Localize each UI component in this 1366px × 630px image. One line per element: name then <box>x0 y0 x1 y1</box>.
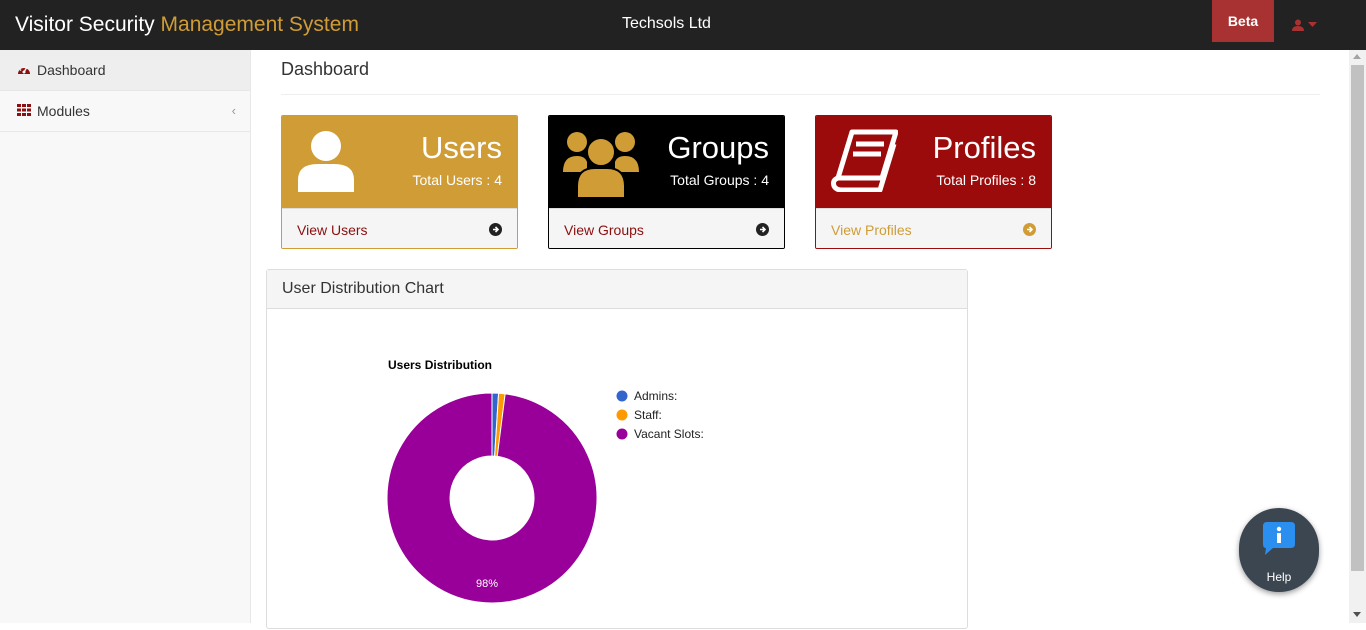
scroll-up-arrow-icon[interactable] <box>1353 54 1361 59</box>
card-subtitle: Total Groups : 4 <box>670 172 769 188</box>
card-link-label: View Users <box>297 222 368 238</box>
scroll-down-arrow-icon[interactable] <box>1353 612 1361 617</box>
chevron-left-icon: ‹ <box>231 103 236 118</box>
legend-label: Admins: <box>634 389 677 403</box>
sidebar-item-label: Modules <box>37 103 90 119</box>
dashboard-icon <box>17 63 31 77</box>
app-brand[interactable]: Visitor Security Management System <box>15 12 359 38</box>
card-subtitle: Total Profiles : 8 <box>936 172 1036 188</box>
card-header: Groups Total Groups : 4 <box>549 116 784 208</box>
brand-main: Visitor Security <box>15 13 155 36</box>
profiles-card: Profiles Total Profiles : 8 View Profile… <box>815 115 1052 249</box>
card-header: Profiles Total Profiles : 8 <box>816 116 1051 208</box>
help-label: Help <box>1266 570 1292 584</box>
user-icon <box>1292 19 1304 31</box>
users-distribution-chart: Users Distribution 98% Admins: Staff: Vaca… <box>386 358 704 604</box>
grid-icon <box>17 104 31 118</box>
legend-label: Staff: <box>634 408 662 422</box>
caret-down-icon <box>1308 22 1317 27</box>
book-icon <box>831 129 898 192</box>
sidebar-item-modules[interactable]: Modules ‹ <box>0 91 250 132</box>
groups-card: Groups Total Groups : 4 View Groups <box>548 115 785 249</box>
user-icon <box>298 131 354 192</box>
card-title: Groups <box>667 130 769 165</box>
legend-swatch <box>616 428 628 440</box>
help-button[interactable]: Help <box>1239 508 1319 592</box>
users-group-icon <box>563 132 639 198</box>
legend-label: Vacant Slots: <box>634 427 704 441</box>
arrow-circle-right-icon <box>489 223 502 236</box>
page-title: Dashboard <box>281 59 370 79</box>
card-link-label: View Profiles <box>831 222 912 238</box>
card-link-label: View Groups <box>564 222 644 238</box>
card-header: Users Total Users : 4 <box>282 116 517 208</box>
card-subtitle: Total Users : 4 <box>412 172 502 188</box>
view-profiles-link[interactable]: View Profiles <box>816 208 1051 248</box>
arrow-circle-right-icon <box>1023 223 1036 236</box>
sidebar-item-label: Dashboard <box>37 62 106 78</box>
info-chat-icon <box>1263 522 1295 555</box>
arrow-circle-right-icon <box>756 223 769 236</box>
sidebar-item-dashboard[interactable]: Dashboard <box>0 50 250 91</box>
legend-swatch <box>616 409 628 421</box>
slice-label: 98% <box>476 578 498 590</box>
beta-badge[interactable]: Beta <box>1212 0 1274 42</box>
user-distribution-panel: User Distribution Chart Users Distributi… <box>266 269 968 629</box>
sidebar: Dashboard Modules ‹ <box>0 50 251 623</box>
page-scrollbar[interactable] <box>1349 50 1366 623</box>
page-divider <box>281 94 1320 95</box>
top-navbar: Visitor Security Management System Techs… <box>0 0 1366 50</box>
card-title: Profiles <box>932 130 1036 165</box>
view-groups-link[interactable]: View Groups <box>549 208 784 248</box>
card-title: Users <box>421 130 502 165</box>
view-users-link[interactable]: View Users <box>282 208 517 248</box>
users-card: Users Total Users : 4 View Users <box>281 115 518 249</box>
panel-title: User Distribution Chart <box>267 270 967 309</box>
user-menu-button[interactable] <box>1292 17 1322 33</box>
chart-title: Users Distribution <box>388 358 492 372</box>
company-name: Techsols Ltd <box>622 15 711 32</box>
legend-swatch <box>616 390 628 402</box>
brand-accent: Management System <box>160 13 359 36</box>
scroll-thumb[interactable] <box>1351 65 1364 571</box>
pie-slice[interactable] <box>386 392 598 604</box>
